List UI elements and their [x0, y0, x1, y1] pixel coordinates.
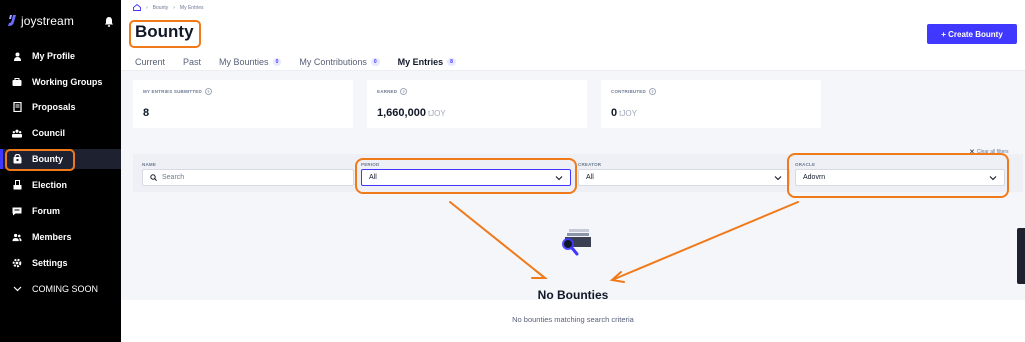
- search-documents-icon: [562, 229, 591, 256]
- sidebar-item-label: Proposals: [32, 102, 76, 112]
- brand[interactable]: joystream: [8, 14, 74, 28]
- empty-state-title: No Bounties: [537, 288, 609, 302]
- stat-unit: tJOY: [427, 109, 446, 118]
- help-icon[interactable]: ?: [400, 88, 408, 95]
- breadcrumb-item[interactable]: Bounty: [153, 5, 169, 11]
- tab-label: My Contributions: [299, 56, 367, 67]
- sidebar-item-my-profile[interactable]: My Profile: [0, 46, 121, 66]
- stat-value-number: 1,660,000: [377, 107, 426, 119]
- tab-past[interactable]: Past: [183, 55, 201, 68]
- members-icon: [12, 232, 22, 242]
- sidebar-item-forum[interactable]: Forum: [0, 201, 121, 221]
- annotation-box-period: [355, 158, 577, 194]
- stat-value: 1,660,000 tJOY: [377, 107, 446, 119]
- stat-label: EARNED ?: [377, 88, 408, 95]
- forum-icon: [12, 206, 22, 216]
- council-icon: [12, 128, 22, 138]
- breadcrumb: › Bounty › My Entries: [133, 4, 204, 11]
- tab-label: My Bounties: [219, 56, 269, 67]
- tab-my-entries[interactable]: My Entries 8: [397, 55, 457, 72]
- sidebar-item-coming-soon[interactable]: COMING SOON: [0, 279, 121, 299]
- gear-icon: [12, 258, 22, 268]
- help-icon[interactable]: ?: [204, 88, 212, 95]
- joystream-logo-icon: [8, 15, 16, 26]
- filter-label-name: NAME: [142, 162, 157, 167]
- stat-label-text: CONTRIBUTED: [611, 89, 646, 94]
- stat-value-number: 8: [143, 107, 150, 119]
- brand-name: joystream: [21, 14, 74, 28]
- tab-current[interactable]: Current: [135, 55, 165, 68]
- sidebar-item-members[interactable]: Members: [0, 227, 121, 247]
- side-panel-toggle[interactable]: [1017, 228, 1025, 284]
- sidebar-item-label: Forum: [32, 206, 60, 216]
- briefcase-icon: [12, 77, 22, 87]
- election-icon: [12, 180, 22, 190]
- stat-value: 0 tJOY: [611, 107, 637, 119]
- chevron-down-icon: [12, 284, 22, 294]
- breadcrumb-separator: ›: [173, 4, 175, 11]
- tab-count-badge: 0: [370, 57, 380, 66]
- tab-my-bounties[interactable]: My Bounties 0: [219, 55, 282, 68]
- tab-my-contributions[interactable]: My Contributions 0: [299, 55, 380, 68]
- chevron-down-icon: [774, 176, 782, 181]
- main-content: › Bounty › My Entries Bounty + Create Bo…: [121, 0, 1025, 342]
- annotation-box-oracle: [787, 153, 1009, 198]
- sidebar: joystream My Profile Working Groups Prop…: [0, 0, 121, 342]
- search-icon: [150, 174, 157, 181]
- tab-label: My Entries: [397, 56, 444, 67]
- bell-icon[interactable]: [104, 16, 114, 27]
- tab-label: Current: [135, 56, 166, 67]
- sidebar-item-label: Council: [32, 128, 65, 138]
- sidebar-item-label: My Profile: [32, 51, 76, 61]
- stat-value: 8: [143, 107, 149, 119]
- stat-label: MY ENTRIES SUBMITTED ?: [143, 88, 212, 95]
- stat-label-text: MY ENTRIES SUBMITTED: [143, 89, 202, 94]
- sidebar-item-election[interactable]: Election: [0, 175, 121, 195]
- search-input[interactable]: Search: [142, 169, 354, 186]
- active-indicator: [0, 149, 3, 169]
- sidebar-item-label: Election: [32, 180, 68, 190]
- tab-count-badge: 0: [272, 57, 282, 66]
- stat-contributed: CONTRIBUTED ? 0 tJOY: [601, 80, 821, 128]
- breadcrumb-item: My Entries: [179, 4, 204, 11]
- search-placeholder: Search: [162, 174, 185, 181]
- help-icon[interactable]: ?: [648, 88, 656, 95]
- creator-value: All: [586, 174, 594, 181]
- sidebar-item-working-groups[interactable]: Working Groups: [0, 72, 121, 92]
- home-icon[interactable]: [133, 4, 141, 11]
- empty-state-subtitle: No bounties matching search criteria: [512, 315, 634, 324]
- document-icon: [12, 102, 22, 112]
- tab-count-badge: 8: [447, 57, 456, 66]
- annotation-box-bounty-nav: [5, 149, 75, 171]
- sidebar-item-council[interactable]: Council: [0, 123, 121, 143]
- breadcrumb-separator: ›: [146, 4, 148, 11]
- annotation-box-title: [129, 20, 201, 48]
- sidebar-item-settings[interactable]: Settings: [0, 253, 121, 273]
- create-bounty-button[interactable]: + Create Bounty: [927, 24, 1017, 44]
- stat-earned: EARNED ? 1,660,000 tJOY: [367, 80, 587, 128]
- tab-label: Past: [183, 56, 202, 67]
- sidebar-item-label: Settings: [32, 258, 68, 268]
- tab-bar: Current Past My Bounties 0 My Contributi…: [135, 55, 457, 72]
- stat-value-number: 0: [611, 107, 618, 119]
- stat-label: CONTRIBUTED ?: [611, 88, 656, 95]
- creator-select[interactable]: All: [578, 169, 790, 186]
- sidebar-item-label: COMING SOON: [32, 284, 99, 294]
- user-icon: [12, 51, 22, 61]
- filter-label-creator: CREATOR: [578, 162, 602, 167]
- stat-label-text: EARNED: [377, 89, 398, 94]
- sidebar-item-label: Members: [32, 232, 72, 242]
- create-bounty-label: + Create Bounty: [941, 29, 1003, 39]
- stat-entries-submitted: MY ENTRIES SUBMITTED ? 8: [133, 80, 353, 128]
- sidebar-item-label: Working Groups: [32, 77, 103, 87]
- sidebar-item-proposals[interactable]: Proposals: [0, 97, 121, 117]
- empty-state-icon: [545, 213, 605, 273]
- stat-unit: tJOY: [619, 109, 637, 118]
